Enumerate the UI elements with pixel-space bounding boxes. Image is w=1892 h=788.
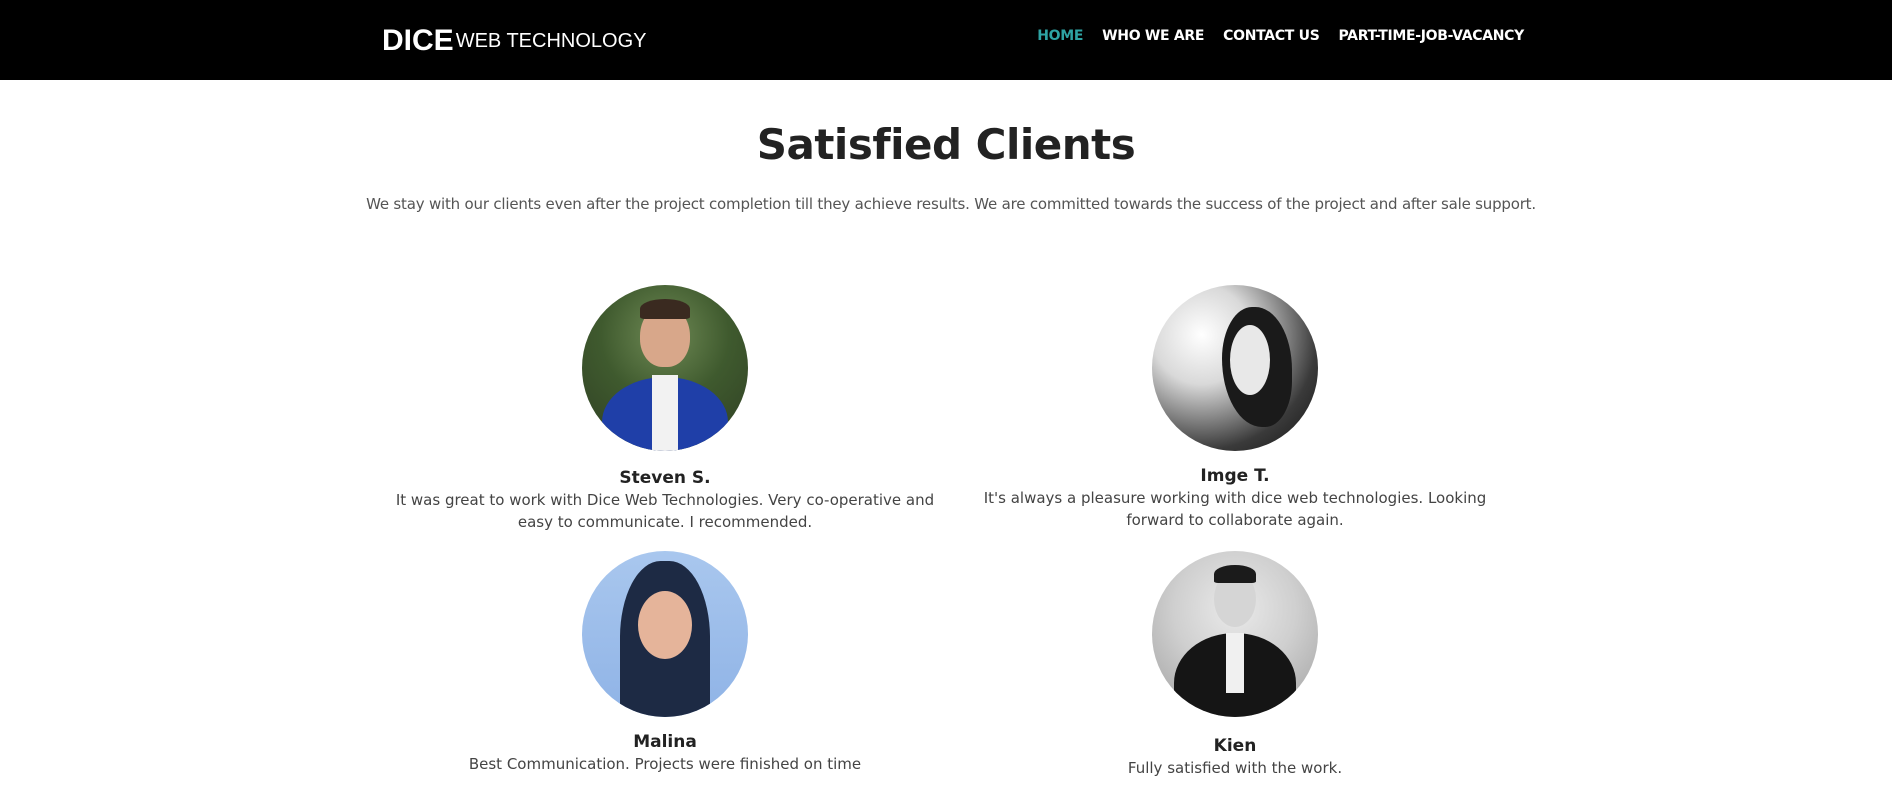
- client-card-steven: Steven S. It was great to work with Dice…: [385, 285, 945, 533]
- client-testimonial: It was great to work with Dice Web Techn…: [395, 491, 935, 531]
- avatar-steven: [582, 285, 748, 451]
- client-name: Steven S.: [619, 468, 711, 488]
- nav-contact-us[interactable]: CONTACT US: [1223, 28, 1320, 44]
- client-card-imge: Imge T. It's always a pleasure working w…: [955, 285, 1515, 531]
- site-header: DICE WEB TECHNOLOGY HOME WHO WE ARE CONT…: [0, 0, 1892, 80]
- section-title: Satisfied Clients: [756, 120, 1136, 169]
- main-nav: HOME WHO WE ARE CONTACT US PART-TIME-JOB…: [1037, 28, 1524, 44]
- avatar-malina: [582, 551, 748, 717]
- client-name: Malina: [633, 732, 697, 752]
- client-testimonial: Fully satisfied with the work.: [1127, 759, 1343, 777]
- section-subtitle: We stay with our clients even after the …: [366, 195, 1536, 213]
- client-testimonial: It's always a pleasure working with dice…: [983, 489, 1487, 529]
- client-name: Imge T.: [1200, 466, 1270, 486]
- site-logo[interactable]: DICE WEB TECHNOLOGY: [382, 26, 646, 56]
- client-card-malina: Malina Best Communication. Projects were…: [385, 551, 945, 775]
- nav-home[interactable]: HOME: [1037, 28, 1083, 44]
- client-testimonial: Best Communication. Projects were finish…: [468, 755, 862, 773]
- logo-mark-text: DICE: [382, 24, 454, 57]
- client-card-kien: Kien Fully satisfied with the work.: [955, 551, 1515, 779]
- logo-mark: DICE: [382, 26, 454, 56]
- client-name: Kien: [1213, 736, 1257, 756]
- nav-who-we-are[interactable]: WHO WE ARE: [1102, 28, 1204, 44]
- nav-part-time-job-vacancy[interactable]: PART-TIME-JOB-VACANCY: [1338, 28, 1524, 44]
- avatar-kien: [1152, 551, 1318, 717]
- logo-text: WEB TECHNOLOGY: [455, 30, 647, 52]
- avatar-imge: [1152, 285, 1318, 451]
